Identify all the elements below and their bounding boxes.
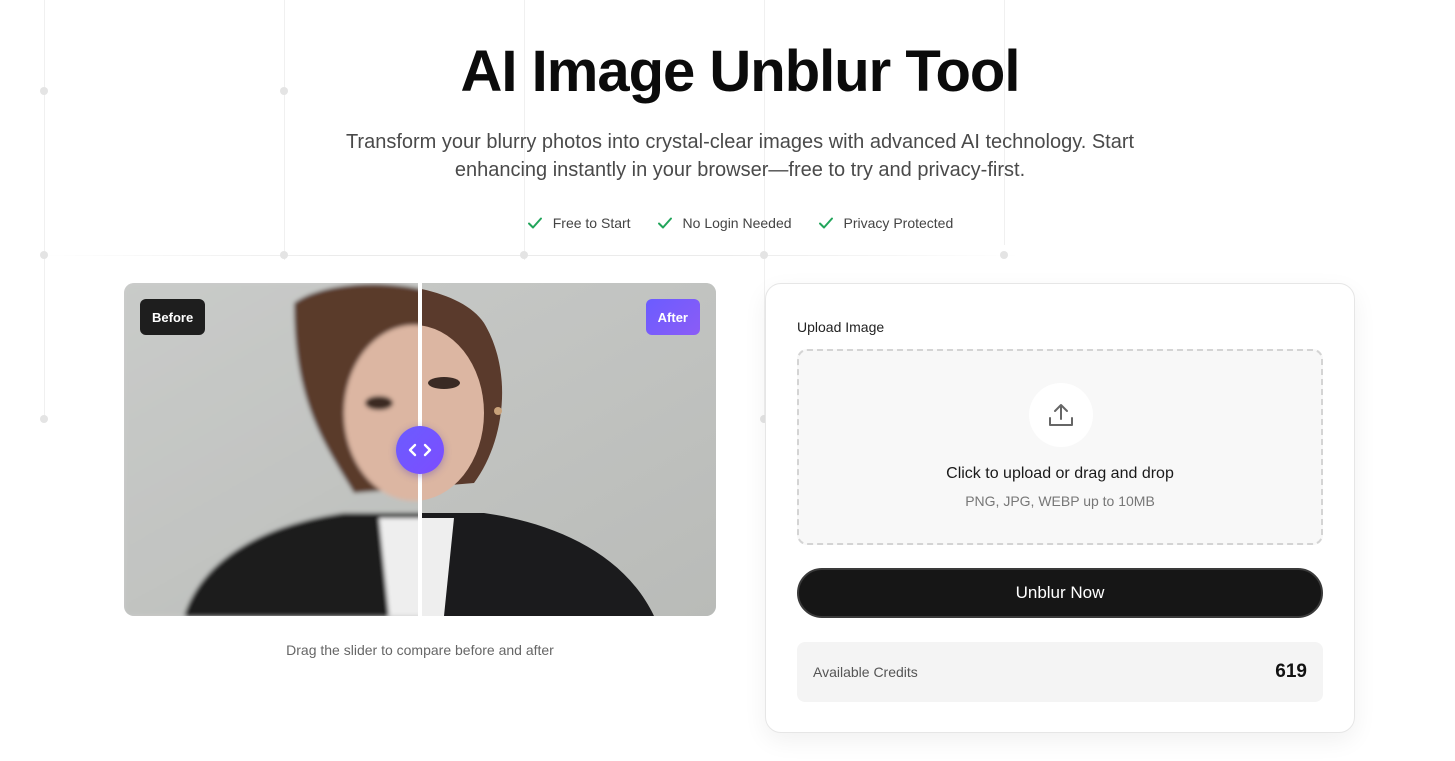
chevron-left-right-icon xyxy=(408,443,432,457)
upload-dropzone[interactable]: Click to upload or drag and drop PNG, JP… xyxy=(797,349,1323,545)
unblur-now-button[interactable]: Unblur Now xyxy=(797,568,1323,618)
feature-label: Privacy Protected xyxy=(843,215,954,231)
grid-dot xyxy=(760,251,768,259)
check-icon xyxy=(818,217,833,229)
page-title: AI Image Unblur Tool xyxy=(460,39,1021,104)
compare-hint: Drag the slider to compare before and af… xyxy=(286,642,554,658)
dropzone-subtitle: PNG, JPG, WEBP up to 10MB xyxy=(965,493,1155,509)
dropzone-title: Click to upload or drag and drop xyxy=(946,465,1174,482)
credits-value: 619 xyxy=(1275,661,1307,682)
grid-dot xyxy=(280,251,288,259)
before-badge: Before xyxy=(140,299,206,335)
grid-dot xyxy=(1000,251,1008,259)
grid-dot xyxy=(520,251,528,259)
grid-line xyxy=(1004,0,1005,245)
feature-privacy: Privacy Protected xyxy=(818,215,954,231)
before-after-compare[interactable]: Before After xyxy=(124,283,716,616)
grid-dot xyxy=(40,415,48,423)
feature-list: Free to Start No Login Needed Privacy Pr… xyxy=(0,215,1455,231)
upload-label: Upload Image xyxy=(797,319,885,335)
grid-dot xyxy=(40,251,48,259)
check-icon xyxy=(527,217,542,229)
after-badge: After xyxy=(645,299,700,335)
feature-label: No Login Needed xyxy=(682,215,792,231)
feature-label: Free to Start xyxy=(552,215,631,231)
credits-box: Available Credits 619 xyxy=(797,642,1323,702)
page-subtitle: Transform your blurry photos into crysta… xyxy=(345,131,1135,181)
upload-panel: Upload Image Click to upload or drag and… xyxy=(765,283,1355,733)
feature-no-login: No Login Needed xyxy=(657,215,792,231)
credits-label: Available Credits xyxy=(813,664,918,680)
grid-line xyxy=(40,255,1020,256)
check-icon xyxy=(657,217,672,229)
compare-slider-handle[interactable] xyxy=(396,426,444,474)
upload-icon-circle xyxy=(1029,383,1093,447)
upload-icon xyxy=(1049,404,1073,426)
feature-free-to-start: Free to Start xyxy=(527,215,631,231)
